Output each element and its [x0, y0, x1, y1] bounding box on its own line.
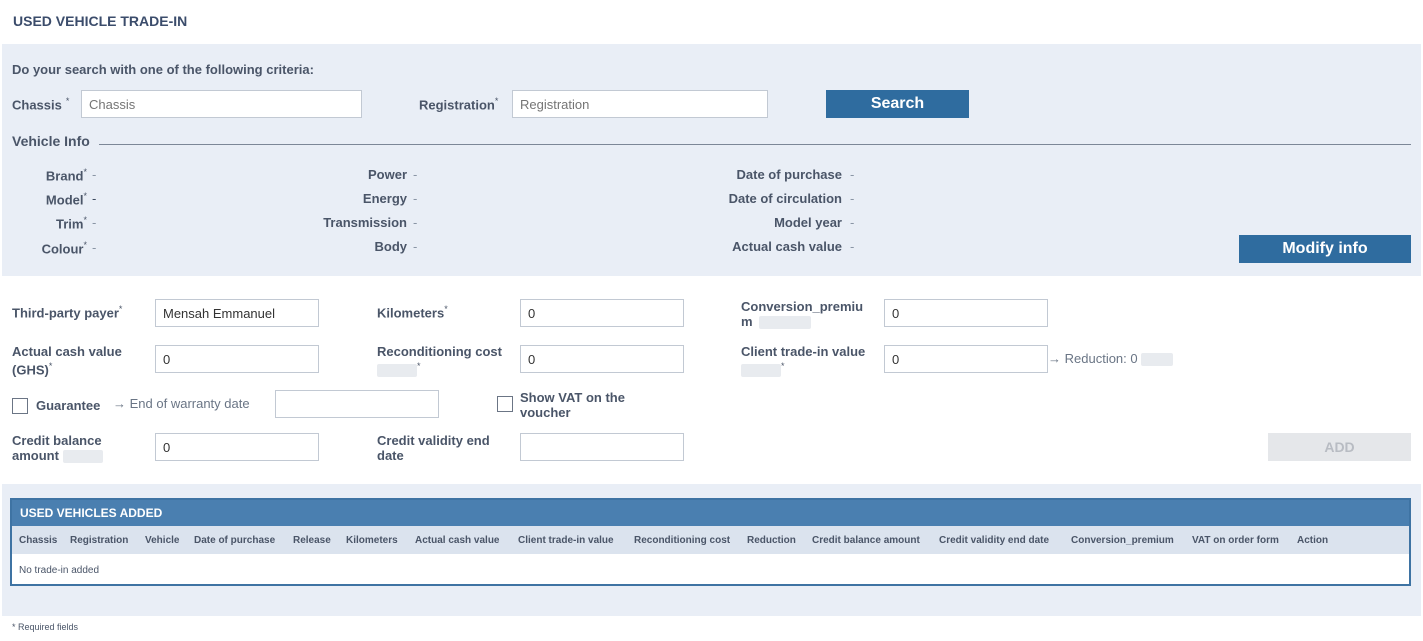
reconditioning-cost-input[interactable]: [520, 345, 684, 373]
date-of-circulation-label: Date of circulation: [728, 191, 842, 206]
column-header-kilometers: Kilometers: [346, 535, 398, 546]
add-button[interactable]: ADD: [1268, 433, 1411, 461]
column-header-client-trade-in-value: Client trade-in value: [518, 535, 614, 546]
column-header-chassis: Chassis: [19, 535, 58, 546]
guarantee-label: Guarantee: [36, 398, 101, 413]
body-label: Body: [374, 239, 408, 254]
column-header-reduction: Reduction: [747, 535, 796, 546]
registration-label: Registration*: [419, 96, 499, 113]
model-year-value: -: [850, 215, 855, 230]
third-party-payer-label: Third-party payer*: [12, 304, 123, 321]
date-of-purchase-value: -: [850, 167, 855, 182]
column-header-reconditioning-cost: Reconditioning cost: [634, 535, 731, 546]
used-vehicles-table-title: USED VEHICLES ADDED: [12, 500, 1409, 526]
column-header-vat-on-order-form: VAT on order form: [1192, 535, 1279, 546]
used-vehicles-table-header: Chassis Registration Vehicle Date of pur…: [12, 526, 1409, 554]
transmission-value: -: [413, 215, 418, 230]
table-empty-message: No trade-in added: [19, 565, 100, 576]
body-value: -: [413, 239, 418, 254]
modify-info-button[interactable]: Modify info: [1239, 235, 1411, 263]
column-header-credit-validity-end-date: Credit validity end date: [939, 535, 1050, 546]
chassis-input[interactable]: [81, 90, 362, 118]
brand-label: Brand*: [45, 167, 87, 184]
column-header-action: Action: [1297, 535, 1329, 546]
brand-value: -: [92, 167, 97, 182]
reduction-readout: → Reduction: 0: [1048, 351, 1174, 367]
vehicle-info-divider: [99, 144, 1411, 145]
colour-label: Colour*: [41, 240, 87, 257]
date-of-circulation-value: -: [850, 191, 855, 206]
show-vat-checkbox[interactable]: [497, 396, 513, 412]
transmission-label: Transmission: [323, 215, 407, 230]
guarantee-checkbox[interactable]: [12, 398, 28, 414]
show-vat-label: Show VAT on the voucher: [520, 390, 625, 420]
arrow-right-icon: →: [1048, 351, 1061, 366]
date-of-purchase-label: Date of purchase: [736, 167, 842, 182]
page-title: USED VEHICLE TRADE-IN: [13, 13, 188, 29]
actual-cash-value-info-label: Actual cash value: [732, 239, 842, 254]
chassis-label: Chassis *: [12, 96, 70, 113]
energy-value: -: [413, 191, 418, 206]
colour-value: -: [92, 240, 97, 255]
arrow-right-icon: →: [113, 396, 126, 411]
column-header-registration: Registration: [70, 535, 129, 546]
column-header-vehicle: Vehicle: [145, 535, 180, 546]
trim-label: Trim*: [56, 215, 87, 232]
credit-balance-amount-input[interactable]: [155, 433, 319, 461]
registration-input[interactable]: [512, 90, 768, 118]
actual-cash-value-label: Actual cash value (GHS)*: [12, 344, 122, 378]
column-header-conversion-premium: Conversion_premium: [1071, 535, 1174, 546]
end-of-warranty-label: → End of warranty date: [113, 396, 250, 411]
model-year-label: Model year: [774, 215, 842, 230]
column-header-credit-balance-amount: Credit balance amount: [812, 535, 920, 546]
conversion-premium-input[interactable]: [884, 299, 1048, 327]
energy-label: Energy: [362, 191, 407, 206]
trim-value: -: [92, 215, 97, 230]
actual-cash-value-input[interactable]: [155, 345, 319, 373]
end-of-warranty-input[interactable]: [275, 390, 439, 418]
column-header-release: Release: [293, 535, 331, 546]
third-party-payer-input[interactable]: [155, 299, 319, 327]
model-value: -: [92, 191, 97, 206]
column-header-actual-cash-value: Actual cash value: [415, 535, 500, 546]
client-trade-in-value-input[interactable]: [884, 345, 1048, 373]
client-trade-in-value-label: Client trade-in value *: [741, 344, 865, 378]
required-fields-note: * Required fields: [12, 622, 79, 632]
power-label: Power: [367, 167, 407, 182]
credit-validity-end-date-label: Credit validity end date: [377, 433, 490, 463]
kilometers-input[interactable]: [520, 299, 684, 327]
conversion-premium-label: Conversion_premiu m: [741, 299, 864, 330]
actual-cash-value-info-value: -: [850, 239, 855, 254]
model-label: Model*: [45, 191, 87, 208]
search-button[interactable]: Search: [826, 90, 969, 118]
search-instruction: Do your search with one of the following…: [12, 62, 314, 77]
credit-balance-amount-label: Credit balance amount: [12, 433, 103, 464]
column-header-date-of-purchase: Date of purchase: [194, 535, 276, 546]
kilometers-label: Kilometers*: [377, 304, 448, 321]
credit-validity-end-date-input[interactable]: [520, 433, 684, 461]
vehicle-info-heading: Vehicle Info: [12, 133, 90, 149]
power-value: -: [413, 167, 418, 182]
reconditioning-cost-label: Reconditioning cost *: [377, 344, 502, 378]
